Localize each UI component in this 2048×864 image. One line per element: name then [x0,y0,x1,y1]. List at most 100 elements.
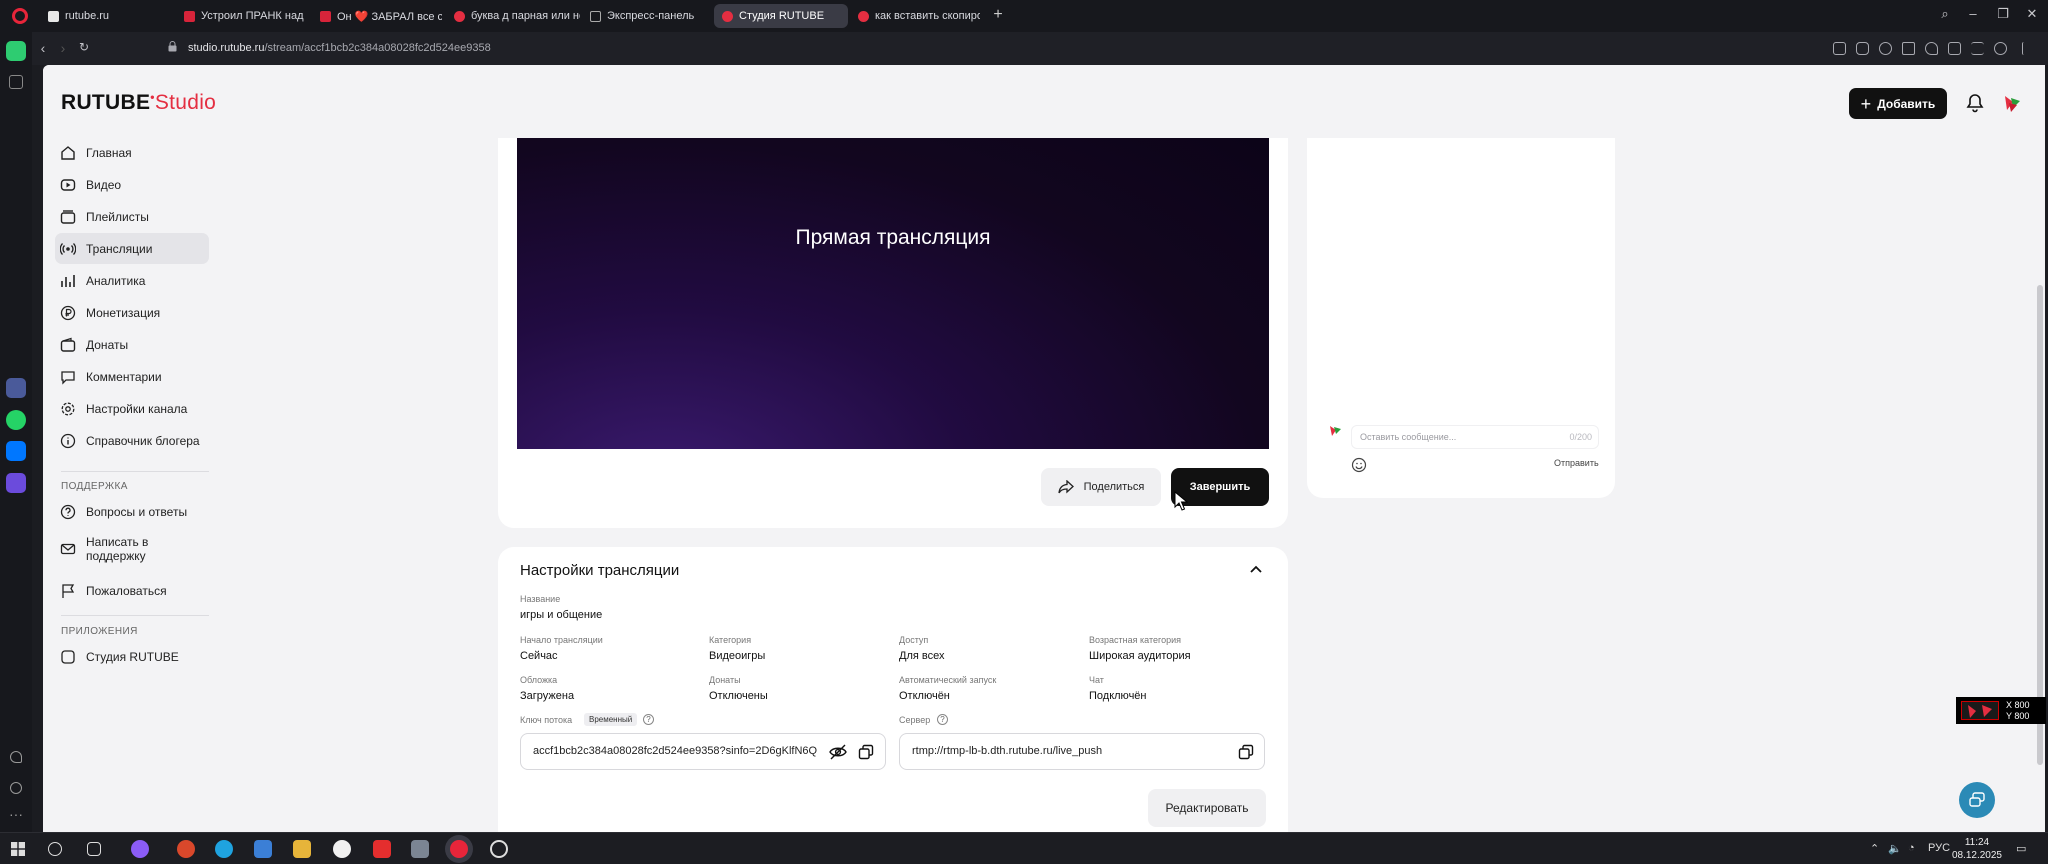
nav-item-broadcasts[interactable]: Трансляции [55,233,209,264]
emoji-icon[interactable] [1351,457,1367,473]
vpn-icon[interactable] [1879,42,1892,55]
page-scrollbar[interactable] [2037,285,2043,765]
nav-item-write-support[interactable]: Написать в поддержку [55,528,209,570]
nav-item-donations[interactable]: Донаты [55,329,209,360]
clock-time: 11:24 [1964,837,1990,848]
obs-icon[interactable] [490,840,508,858]
nav-item-monetization[interactable]: Монетизация [55,297,209,328]
more-icon[interactable]: ··· [6,807,26,828]
edit-page-icon[interactable] [1833,42,1846,55]
search-tabs-icon[interactable]: ⌕ [1935,6,1955,22]
chat-message-input[interactable]: Оставить сообщение... 0/200 [1351,425,1599,449]
browser-tab[interactable]: rutube.ru [40,4,170,28]
name-value: игры и общение [520,609,603,621]
bell-icon[interactable] [1964,92,1986,114]
opera-logo-icon[interactable] [12,8,28,24]
browser-tab[interactable]: Он ❤️ ЗАБРАЛ все сб [312,4,442,28]
temporary-badge: Временный [584,713,638,726]
overlay-text: X 800 Y 800 [2006,700,2030,722]
tab-favicon-icon [722,10,733,22]
new-tab-plus-icon[interactable]: + [990,7,1006,24]
chevron-up-icon[interactable] [1249,563,1263,575]
browser-tab-active[interactable]: Студия RUTUBE [714,4,848,28]
star-icon[interactable] [9,75,23,89]
nav-item-playlists[interactable]: Плейлисты [55,201,209,232]
browser-tab[interactable]: буква д парная или нет - [446,4,580,28]
heart-icon[interactable] [1925,42,1938,55]
app-icon[interactable] [411,840,429,858]
nav-item-comments[interactable]: Комментарии [55,361,209,392]
nav-item-label: Монетизация [86,305,161,320]
nav-item-analytics[interactable]: Аналитика [55,265,209,296]
tab-label: rutube.ru [65,10,110,22]
app-icon[interactable] [131,840,149,858]
add-button[interactable]: + Добавить [1849,88,1947,119]
chat-placeholder: Оставить сообщение... [1360,432,1457,442]
pin-icon[interactable] [2022,42,2026,55]
home-speed-dial-icon[interactable] [6,41,26,61]
whatsapp-icon[interactable] [6,410,26,430]
profile-icon[interactable] [1994,42,2007,55]
eye-off-icon[interactable] [829,744,847,760]
vk-icon[interactable] [6,441,26,461]
tab-label: Устроил ПРАНК над Учи [201,10,306,22]
tray-chevron-icon[interactable]: ⌃ [1870,842,1879,855]
copy-server-icon[interactable] [1238,744,1254,760]
history-icon[interactable] [10,782,22,794]
windows-start-icon[interactable] [11,842,25,856]
volume-icon[interactable]: 🔈 [1888,842,1902,855]
clock-date: 08.12.2025 [1951,850,2002,861]
browser-tab[interactable]: Экспресс-панель [582,4,712,28]
language-indicator[interactable]: РУС [1928,842,1950,854]
name-label: Название [520,594,561,604]
chat-send-button[interactable]: Отправить [1554,458,1599,468]
help-chat-bubble[interactable] [1959,782,1995,818]
stream-key-help-icon[interactable]: ? [643,714,654,725]
taskbar-clock[interactable]: 11:24 08.12.2025 [1952,836,2002,862]
nav-item-home[interactable]: Главная [55,137,209,168]
minimize-icon[interactable]: – [1963,6,1983,21]
nav-divider [61,615,209,616]
folder-icon[interactable] [293,840,311,858]
nav-item-channel-settings[interactable]: Настройки канала [55,393,209,424]
copy-key-icon[interactable] [858,744,874,760]
player-icon[interactable] [1902,42,1915,55]
opera-taskbar-icon[interactable] [450,840,468,858]
nav-item-faq[interactable]: Вопросы и ответы [55,496,209,527]
back-icon[interactable]: ‹ [34,40,52,56]
app-icon[interactable] [177,840,195,858]
notifications-icon[interactable]: ▭ [2016,842,2026,855]
heart-sidebar-icon[interactable] [10,751,22,763]
close-window-icon[interactable]: ✕ [2022,6,2042,22]
aria-icon[interactable] [6,378,26,398]
edit-button[interactable]: Редактировать [1148,789,1266,827]
browser-tab[interactable]: как вставить скопирова [850,4,980,28]
music-icon[interactable] [6,473,26,493]
download-icon[interactable] [1948,42,1961,55]
browser-tab[interactable]: Устроил ПРАНК над Учи [176,4,306,28]
edge-icon[interactable] [215,840,233,858]
restore-icon[interactable]: ❐ [1993,6,2013,22]
store-icon[interactable] [254,840,272,858]
live-player[interactable]: Прямая трансляция [517,138,1269,449]
menu-icon[interactable] [1971,42,1984,55]
reload-icon[interactable]: ↻ [75,40,93,54]
search-icon[interactable] [48,842,62,856]
avatar[interactable] [2001,92,2023,114]
rutube-studio-logo[interactable]: RUTUBE•Studio [61,90,216,115]
url-text[interactable]: studio.rutube.ru/stream/accf1bcb2c384a08… [188,42,491,54]
nav-item-report[interactable]: Пожаловаться [55,575,209,606]
nav-item-video[interactable]: Видео [55,169,209,200]
yandex-browser-icon[interactable] [333,840,351,858]
share-button[interactable]: Поделиться [1041,468,1161,506]
task-view-icon[interactable] [87,842,101,856]
camera-icon[interactable] [1856,42,1869,55]
network-icon[interactable]: ◔ [1908,842,1915,854]
server-help-icon[interactable]: ? [937,714,948,725]
yandex-icon[interactable] [373,840,391,858]
forward-icon[interactable]: › [54,40,72,56]
server-field[interactable]: rtmp://rtmp-lb-b.dth.rutube.ru/live_push [899,733,1265,770]
nav-item-blogger-guide[interactable]: Справочник блогера [55,425,209,456]
nav-item-studio-app[interactable]: Студия RUTUBE [55,641,209,672]
nav-section-support: ПОДДЕРЖКА [61,481,128,492]
